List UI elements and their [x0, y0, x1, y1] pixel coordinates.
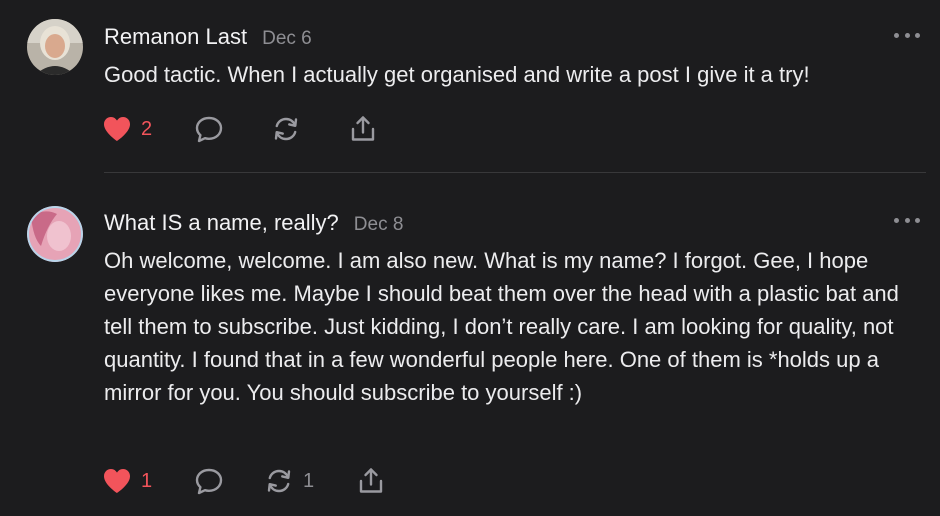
comment-bubble-icon: [195, 116, 223, 143]
share-icon: [351, 116, 375, 141]
comment-text: Oh welcome, welcome. I am also new. What…: [104, 248, 899, 405]
share-button[interactable]: [356, 466, 386, 496]
like-button[interactable]: 2: [102, 115, 194, 143]
share-icon: [359, 468, 383, 493]
restack-button[interactable]: [271, 114, 348, 144]
author-name[interactable]: What IS a name, really?: [104, 210, 339, 236]
restack-count: 1: [303, 469, 315, 492]
avatar[interactable]: [27, 19, 83, 75]
comment-text: Good tactic. When I actually get organis…: [104, 62, 810, 87]
comment-date[interactable]: Dec 8: [354, 214, 404, 236]
comment-bubble-icon: [195, 468, 223, 495]
reply-button[interactable]: [194, 466, 264, 496]
more-options-icon[interactable]: [894, 215, 920, 225]
reply-button[interactable]: [194, 114, 271, 144]
comment-divider: [104, 172, 926, 173]
comment-actions: 2: [102, 114, 378, 144]
avatar[interactable]: [27, 206, 83, 262]
heart-filled-icon: [104, 469, 130, 493]
restack-button[interactable]: 1: [264, 466, 356, 496]
share-button[interactable]: [348, 114, 378, 144]
like-count: 1: [141, 469, 153, 492]
comment-actions: 1 1: [102, 466, 386, 496]
restack-icon: [267, 469, 291, 493]
comment-date[interactable]: Dec 6: [262, 28, 312, 50]
author-name[interactable]: Remanon Last: [104, 24, 247, 50]
heart-filled-icon: [104, 117, 130, 141]
like-count: 2: [141, 117, 153, 140]
more-options-icon[interactable]: [894, 30, 920, 40]
restack-icon: [274, 117, 298, 141]
like-button[interactable]: 1: [102, 467, 194, 495]
